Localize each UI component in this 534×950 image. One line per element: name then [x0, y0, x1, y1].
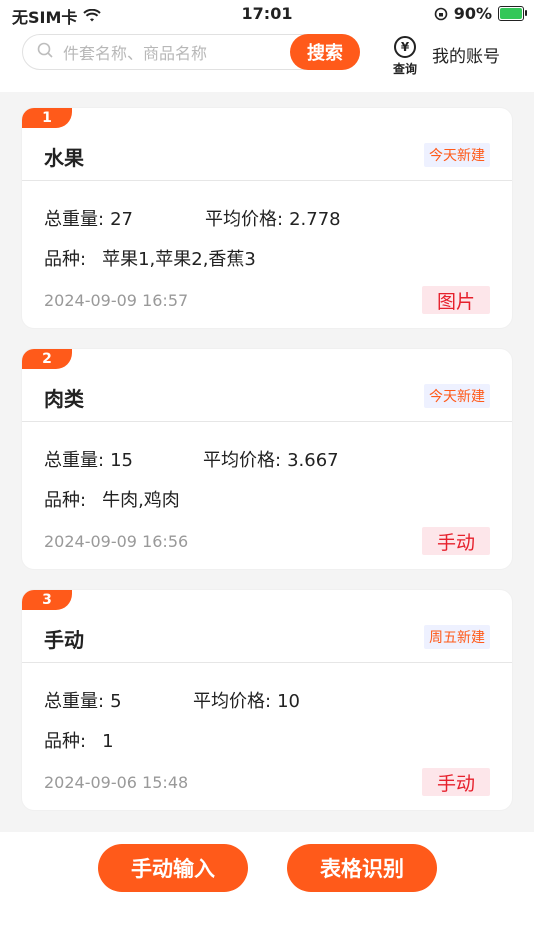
card-index-badge: 3	[22, 590, 72, 610]
avg-price-row: 平均价格: 3.667	[203, 446, 339, 472]
variety-value: 牛肉,鸡肉	[102, 490, 180, 511]
input-method-badge[interactable]: 图片	[422, 286, 490, 314]
record-card[interactable]: 3 手动 周五新建 总重量: 5 平均价格: 10 品种: 1 2024-09-06 …	[22, 590, 512, 810]
total-weight-row: 总重量: 5	[44, 687, 122, 713]
avg-price-label: 平均价格:	[203, 450, 282, 471]
divider	[22, 180, 512, 181]
card-date: 2024-09-06 15:48	[44, 773, 189, 792]
search-box: 搜索	[22, 34, 360, 71]
query-button[interactable]: ¥ 查询	[388, 36, 422, 80]
total-weight-row: 总重量: 15	[44, 446, 133, 472]
variety-label: 品种:	[44, 731, 87, 752]
created-tag: 今天新建	[424, 143, 490, 167]
avg-price-label: 平均价格:	[205, 209, 284, 230]
battery-icon	[498, 6, 527, 21]
query-label: 查询	[392, 62, 417, 76]
search-input[interactable]	[61, 35, 285, 71]
total-weight-label: 总重量:	[44, 450, 105, 471]
search-button[interactable]: 搜索	[290, 34, 360, 70]
card-index-badge: 2	[22, 349, 72, 369]
divider	[22, 421, 512, 422]
card-index-badge: 1	[22, 108, 72, 128]
status-bar: 无SIM卡 17:01 90%	[0, 0, 534, 28]
variety-label: 品种:	[44, 490, 87, 511]
created-tag: 周五新建	[424, 625, 490, 649]
record-card[interactable]: 1 水果 今天新建 总重量: 27 平均价格: 2.778 品种: 苹果1,苹果2,香…	[22, 108, 512, 328]
card-date: 2024-09-09 16:57	[44, 291, 189, 310]
total-weight-label: 总重量:	[44, 209, 105, 230]
card-date: 2024-09-09 16:56	[44, 532, 189, 551]
record-card[interactable]: 2 肉类 今天新建 总重量: 15 平均价格: 3.667 品种: 牛肉,鸡肉 202…	[22, 349, 512, 569]
variety-value: 苹果1,苹果2,香蕉3	[102, 249, 256, 270]
avg-price-row: 平均价格: 2.778	[205, 205, 341, 231]
variety-label: 品种:	[44, 249, 87, 270]
card-title: 水果	[44, 146, 84, 170]
variety-row: 品种: 牛肉,鸡肉	[44, 486, 180, 512]
search-icon	[37, 42, 53, 58]
header: 搜索 ¥ 查询 我的账号	[0, 28, 534, 92]
table-recognition-button[interactable]: 表格识别	[287, 844, 437, 892]
total-weight-value: 27	[110, 209, 133, 230]
input-method-badge[interactable]: 手动	[422, 768, 490, 796]
variety-row: 品种: 1	[44, 727, 114, 753]
card-title: 手动	[44, 628, 84, 652]
divider	[22, 662, 512, 663]
avg-price-value: 10	[277, 691, 300, 712]
bottom-bar: 手动输入 表格识别	[0, 832, 534, 950]
avg-price-value: 3.667	[287, 450, 339, 471]
my-account-link[interactable]: 我的账号	[432, 42, 500, 67]
orientation-lock-icon	[434, 7, 448, 20]
total-weight-value: 15	[110, 450, 133, 471]
avg-price-label: 平均价格:	[193, 691, 272, 712]
avg-price-value: 2.778	[289, 209, 341, 230]
total-weight-value: 5	[110, 691, 122, 712]
total-weight-row: 总重量: 27	[44, 205, 133, 231]
input-method-badge[interactable]: 手动	[422, 527, 490, 555]
manual-input-button[interactable]: 手动输入	[98, 844, 248, 892]
card-title: 肉类	[44, 387, 84, 411]
avg-price-row: 平均价格: 10	[193, 687, 300, 713]
battery-fill	[500, 8, 522, 19]
total-weight-label: 总重量:	[44, 691, 105, 712]
status-right: 90%	[434, 4, 527, 23]
variety-value: 1	[102, 731, 114, 752]
created-tag: 今天新建	[424, 384, 490, 408]
battery-percent: 90%	[453, 4, 492, 23]
variety-row: 品种: 苹果1,苹果2,香蕉3	[44, 245, 256, 271]
yen-icon: ¥	[394, 36, 416, 58]
